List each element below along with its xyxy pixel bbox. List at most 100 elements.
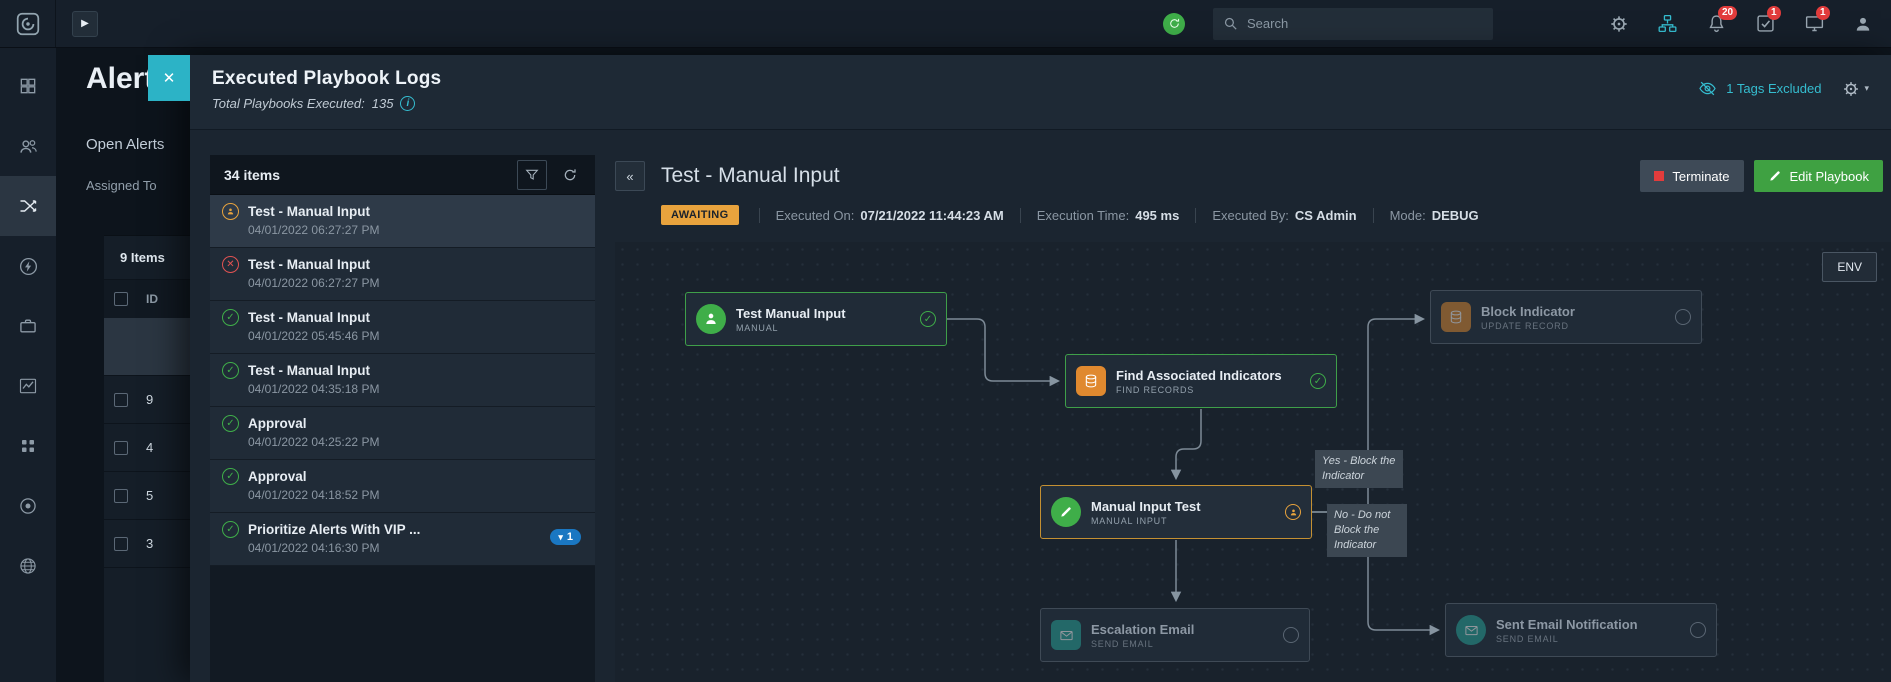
sidebar-item-reports[interactable] bbox=[0, 356, 56, 416]
mode-value: DEBUG bbox=[1432, 208, 1479, 223]
playbook-log-item[interactable]: ✓Prioritize Alerts With VIP ... 04/01/20… bbox=[210, 513, 595, 566]
row-id: 3 bbox=[146, 536, 153, 551]
send-email-icon bbox=[1051, 620, 1081, 650]
app-logo-icon[interactable] bbox=[0, 0, 56, 47]
settings-gear-icon[interactable] bbox=[1609, 14, 1629, 34]
node-title: Find Associated Indicators bbox=[1116, 368, 1282, 383]
funnel-icon bbox=[524, 167, 540, 183]
total-value: 135 bbox=[372, 96, 394, 111]
sidebar-item-dashboard[interactable] bbox=[0, 56, 56, 116]
node-escalation-email[interactable]: Escalation EmailSEND EMAIL bbox=[1040, 608, 1310, 662]
edit-playbook-button[interactable]: Edit Playbook bbox=[1754, 160, 1884, 192]
queue-monitor-icon[interactable]: 1 bbox=[1804, 13, 1825, 34]
node-pending-icon bbox=[1690, 622, 1706, 638]
node-subtitle: UPDATE RECORD bbox=[1481, 321, 1575, 331]
play-icon: ▶ bbox=[81, 18, 89, 29]
open-alerts-link[interactable]: Open Alerts bbox=[86, 136, 164, 153]
execution-time-label: Execution Time: bbox=[1037, 208, 1130, 223]
overlay-body: 34 items Test - Manual Input 04/01/2022 … bbox=[190, 130, 1891, 682]
divider bbox=[1020, 208, 1021, 223]
overlay-header: Executed Playbook Logs Total Playbooks E… bbox=[190, 55, 1891, 130]
node-success-icon: ✓ bbox=[1310, 373, 1326, 389]
node-find-associated-indicators[interactable]: Find Associated Indicators FIND RECORDS ✓ bbox=[1065, 354, 1337, 408]
close-panel-button[interactable]: ✕ bbox=[148, 55, 190, 101]
log-item-title: Test - Manual Input bbox=[248, 257, 370, 272]
shuffle-arrows-icon bbox=[18, 196, 38, 216]
search-icon bbox=[1222, 15, 1239, 32]
sitemap-icon[interactable] bbox=[1657, 13, 1678, 34]
log-item-time: 04/01/2022 04:25:22 PM bbox=[248, 435, 583, 449]
log-item-title: Test - Manual Input bbox=[248, 363, 370, 378]
edge-label-no: No - Do not Block the Indicator bbox=[1327, 504, 1407, 557]
node-awaiting-icon bbox=[1285, 504, 1301, 520]
approval-count-badge[interactable]: ▾1 bbox=[550, 529, 581, 545]
search-input[interactable] bbox=[1213, 8, 1493, 40]
playbook-log-item[interactable]: Test - Manual Input 04/01/2022 06:27:27 … bbox=[210, 195, 595, 248]
eye-off-icon[interactable] bbox=[1698, 79, 1717, 98]
log-item-time: 04/01/2022 04:18:52 PM bbox=[248, 488, 583, 502]
expand-menu-button[interactable]: ▶ bbox=[72, 11, 98, 37]
playbook-log-item[interactable]: ✓ Approval 04/01/2022 04:18:52 PM bbox=[210, 460, 595, 513]
log-item-title: Approval bbox=[248, 469, 307, 484]
manual-input-person-icon bbox=[696, 304, 726, 334]
success-status-icon: ✓ bbox=[222, 468, 239, 485]
pending-tasks-badge: 1 bbox=[1767, 6, 1781, 20]
node-subtitle: SEND EMAIL bbox=[1496, 634, 1638, 644]
playbook-log-item[interactable]: ✕Test - Manual Input 04/01/2022 06:27:27… bbox=[210, 248, 595, 301]
playbook-log-item[interactable]: ✓Test - Manual Input 04/01/2022 04:35:18… bbox=[210, 354, 595, 407]
node-test-manual-input[interactable]: Test Manual InputMANUAL ✓ bbox=[685, 292, 947, 346]
system-health-icon[interactable] bbox=[1163, 13, 1185, 35]
node-subtitle: FIND RECORDS bbox=[1116, 385, 1282, 395]
success-status-icon: ✓ bbox=[222, 521, 239, 538]
panel-settings-button[interactable]: ▾ bbox=[1842, 80, 1869, 98]
node-sent-email-notification[interactable]: Sent Email NotificationSEND EMAIL bbox=[1445, 603, 1717, 657]
dashboard-grid-icon bbox=[18, 76, 38, 96]
bolt-icon bbox=[18, 256, 39, 277]
sidebar-nav bbox=[0, 48, 56, 682]
playbook-log-item[interactable]: ✓Approval 04/01/2022 04:25:22 PM bbox=[210, 407, 595, 460]
filter-button[interactable] bbox=[517, 160, 547, 190]
awaiting-status-icon bbox=[222, 203, 239, 220]
total-label: Total Playbooks Executed: bbox=[212, 96, 365, 111]
divider bbox=[1373, 208, 1374, 223]
node-block-indicator[interactable]: Block IndicatorUPDATE RECORD bbox=[1430, 290, 1702, 344]
sidebar-item-apps[interactable] bbox=[0, 416, 56, 476]
detail-header: « Test - Manual Input Terminate Edit Pla… bbox=[615, 156, 1891, 196]
detail-title: Test - Manual Input bbox=[661, 164, 840, 188]
id-column-header: ID bbox=[146, 292, 158, 306]
terminate-button[interactable]: Terminate bbox=[1640, 160, 1743, 192]
overlay-title: Executed Playbook Logs bbox=[212, 68, 441, 90]
playbook-log-item[interactable]: ✓Test - Manual Input 04/01/2022 05:45:46… bbox=[210, 301, 595, 354]
success-status-icon: ✓ bbox=[222, 309, 239, 326]
sidebar-item-hub[interactable] bbox=[0, 536, 56, 596]
pending-tasks-icon[interactable]: 1 bbox=[1755, 13, 1776, 34]
row-checkbox[interactable] bbox=[114, 489, 128, 503]
refresh-button[interactable] bbox=[555, 160, 585, 190]
sidebar-item-incident-response[interactable] bbox=[0, 176, 56, 236]
sidebar-item-automation[interactable] bbox=[0, 236, 56, 296]
playbook-detail-panel: « Test - Manual Input Terminate Edit Pla… bbox=[615, 130, 1891, 682]
sidebar-item-teams[interactable] bbox=[0, 116, 56, 176]
select-all-checkbox[interactable] bbox=[114, 292, 128, 306]
env-button[interactable]: ENV bbox=[1822, 252, 1877, 282]
row-checkbox[interactable] bbox=[114, 441, 128, 455]
collapse-list-button[interactable]: « bbox=[615, 161, 645, 191]
manual-input-pencil-icon bbox=[1051, 497, 1081, 527]
chart-icon bbox=[18, 376, 38, 396]
info-icon[interactable]: i bbox=[400, 96, 415, 111]
notification-count-badge: 20 bbox=[1718, 6, 1737, 20]
playbook-canvas[interactable]: ENV Test Manual InputMANUAL ✓ Find Assoc… bbox=[615, 242, 1891, 682]
tags-excluded-link[interactable]: 1 Tags Excluded bbox=[1726, 81, 1821, 96]
node-manual-input-test[interactable]: Manual Input TestMANUAL INPUT bbox=[1040, 485, 1312, 539]
log-item-time: 04/01/2022 04:16:30 PM bbox=[248, 541, 583, 555]
user-profile-icon[interactable] bbox=[1853, 14, 1873, 34]
row-checkbox[interactable] bbox=[114, 537, 128, 551]
row-checkbox[interactable] bbox=[114, 393, 128, 407]
notifications-bell-icon[interactable]: 20 bbox=[1706, 13, 1727, 34]
queue-count-badge: 1 bbox=[1816, 6, 1830, 20]
log-item-title: Approval bbox=[248, 416, 307, 431]
sidebar-item-threat-intel[interactable] bbox=[0, 476, 56, 536]
total-playbooks-executed: Total Playbooks Executed: 135 i bbox=[212, 96, 441, 111]
update-record-icon bbox=[1441, 302, 1471, 332]
sidebar-item-resources[interactable] bbox=[0, 296, 56, 356]
